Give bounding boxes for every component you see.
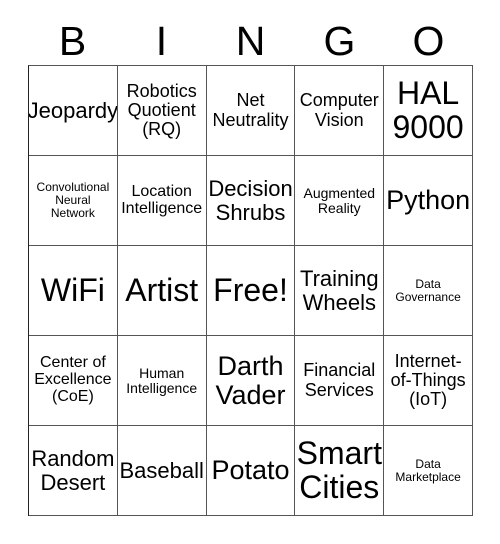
bingo-cell-r1c1[interactable]: Jeopardy xyxy=(29,66,118,156)
bingo-cell-r1c2[interactable]: Robotics Quotient (RQ) xyxy=(117,66,207,156)
bingo-cell-label: Random Desert xyxy=(31,446,115,495)
bingo-cell-r5c2[interactable]: Baseball xyxy=(117,426,207,516)
bingo-cell-r5c5[interactable]: Data Marketplace xyxy=(384,426,473,516)
bingo-cell-label: Augmented Reality xyxy=(303,184,376,216)
bingo-cell-r2c5[interactable]: Python xyxy=(384,156,473,246)
bingo-cell-label: Financial Services xyxy=(303,360,376,400)
bingo-cell-r5c3[interactable]: Potato xyxy=(206,426,296,516)
bingo-cell-label: WiFi xyxy=(40,271,105,308)
bingo-cell-r4c4[interactable]: Financial Services xyxy=(295,336,385,426)
bingo-cell-r2c1[interactable]: Convolutional Neural Network xyxy=(29,156,118,246)
bingo-cell-r4c1[interactable]: Center of Excellence (CoE) xyxy=(29,336,118,426)
bingo-cell-label: Artist xyxy=(125,271,199,308)
bingo-cell-label: Net Neutrality xyxy=(212,90,289,130)
bingo-cell-label: Center of Excellence (CoE) xyxy=(34,354,112,405)
bingo-cell-r4c2[interactable]: Human Intelligence xyxy=(117,336,207,426)
bingo-grid: Jeopardy Robotics Quotient (RQ) Net Neutra… xyxy=(28,65,473,516)
bingo-cell-r4c3[interactable]: Darth Vader xyxy=(206,336,296,426)
bingo-cell-r1c4[interactable]: Computer Vision xyxy=(295,66,385,156)
bingo-header-letter-n: N xyxy=(235,18,266,64)
bingo-header-letter-g: G xyxy=(323,18,356,64)
bingo-cell-label: Python xyxy=(386,185,471,216)
bingo-cell-r2c3[interactable]: Decision Shrubs xyxy=(206,156,296,246)
bingo-header-letter-o: O xyxy=(412,18,445,64)
bingo-cell-label: Baseball xyxy=(119,457,204,483)
bingo-cell-r3c2[interactable]: Artist xyxy=(117,246,207,336)
bingo-header-row: BINGO xyxy=(28,18,473,65)
bingo-cell-r2c4[interactable]: Augmented Reality xyxy=(295,156,385,246)
bingo-cell-label: Data Marketplace xyxy=(395,456,461,484)
bingo-cell-label: Human Intelligence xyxy=(126,364,198,396)
bingo-cell-r5c4[interactable]: Smart Cities xyxy=(295,426,385,516)
bingo-header-letter-b: B xyxy=(58,18,87,64)
bingo-cell-r1c5[interactable]: HAL 9000 xyxy=(384,66,473,156)
bingo-cell-label: Robotics Quotient (RQ) xyxy=(126,80,197,140)
bingo-cell-r3c3[interactable]: Free! xyxy=(206,246,296,336)
bingo-cell-label: Darth Vader xyxy=(215,350,286,410)
bingo-cell-r4c5[interactable]: Internet- of-Things (IoT) xyxy=(384,336,473,426)
bingo-cell-r3c1[interactable]: WiFi xyxy=(29,246,118,336)
bingo-cell-label: Free! xyxy=(213,271,288,308)
bingo-cell-label: Location Intelligence xyxy=(121,182,203,217)
bingo-cell-label: Jeopardy xyxy=(29,97,118,123)
bingo-cell-label: Convolutional Neural Network xyxy=(36,180,110,220)
bingo-cell-label: Smart Cities xyxy=(296,434,382,505)
bingo-cell-r2c2[interactable]: Location Intelligence xyxy=(117,156,207,246)
bingo-cell-label: HAL 9000 xyxy=(392,74,464,145)
bingo-cell-r3c4[interactable]: Training Wheels xyxy=(295,246,385,336)
bingo-cell-label: Decision Shrubs xyxy=(208,176,293,225)
bingo-cell-label: Potato xyxy=(211,455,290,486)
bingo-cell-r5c1[interactable]: Random Desert xyxy=(29,426,118,516)
bingo-card: B I N G O Jeopardy Robotics Quotient (RQ) Net … xyxy=(0,0,500,544)
bingo-cell-r1c3[interactable]: Net Neutrality xyxy=(206,66,296,156)
bingo-cell-r3c5[interactable]: Data Governance xyxy=(384,246,473,336)
bingo-cell-label: Data Governance xyxy=(395,276,461,304)
bingo-header-letter-i: I xyxy=(155,18,168,64)
bingo-cell-label: Internet- of-Things (IoT) xyxy=(390,350,466,410)
bingo-cell-label: Computer Vision xyxy=(299,90,379,130)
bingo-cell-label: Training Wheels xyxy=(299,266,379,315)
